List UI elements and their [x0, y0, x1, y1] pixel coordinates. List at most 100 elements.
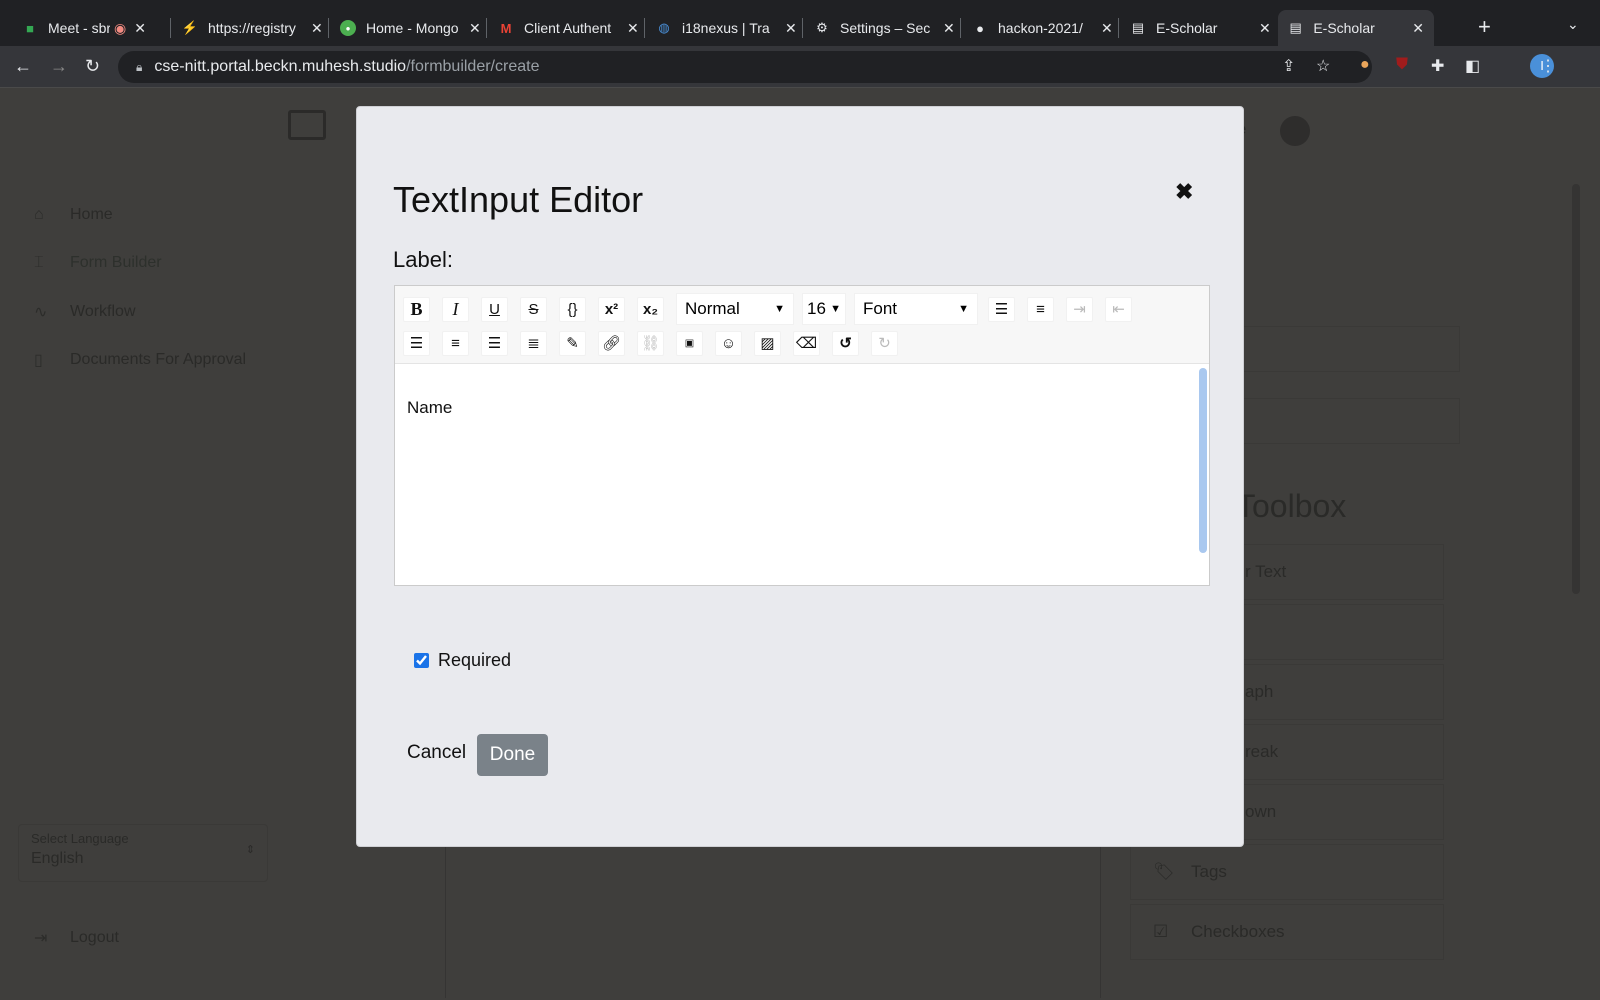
share-icon[interactable]: ⇪ [1282, 56, 1295, 76]
outdent-icon[interactable]: ⇤ [1105, 296, 1132, 322]
more-menu-icon[interactable]: ⋮ [1540, 56, 1556, 76]
bookmark-star-icon[interactable]: ☆ [1316, 56, 1330, 76]
close-icon[interactable]: ✖ [1175, 179, 1193, 205]
gmail-icon: M [500, 20, 512, 36]
language-select[interactable]: Select Language English ⇕ [18, 824, 268, 882]
caret-down-icon: ▼ [774, 303, 785, 315]
globe-icon: ◍ [658, 20, 670, 35]
code-icon[interactable]: {} [559, 296, 586, 322]
close-tab-icon[interactable]: ✕ [134, 20, 146, 37]
sidebar-item-form-builder[interactable]: ⌶ Form Builder [34, 254, 162, 272]
browser-tab-bar: ■ Meet - sbr ◉ ✕ ⚡ https://registry ✕ • Home -… [0, 0, 1600, 46]
gear-icon: ⚙ [816, 20, 828, 35]
done-button[interactable]: Done [477, 734, 548, 776]
extension-cookie-icon[interactable]: ● [1360, 56, 1370, 74]
superscript-icon[interactable]: x² [598, 296, 625, 322]
embed-icon[interactable]: ▣ [676, 330, 703, 356]
bold-icon[interactable]: B [403, 296, 430, 322]
close-tab-icon[interactable]: ✕ [1259, 20, 1271, 37]
lightning-icon: ⚡ [181, 20, 199, 35]
modal-title: TextInput Editor [393, 179, 644, 220]
required-checkbox-input[interactable] [414, 653, 429, 668]
link-icon[interactable]: 🔗︎ [598, 330, 625, 356]
theme-toggle-button[interactable] [1280, 116, 1310, 146]
indent-icon[interactable]: ⇥ [1066, 296, 1093, 322]
browser-toolbar: ← → ↻ 🔒︎ cse-nitt.portal.beckn.muhesh.st… [0, 46, 1600, 88]
close-tab-icon[interactable]: ✕ [627, 20, 639, 37]
close-tab-icon[interactable]: ✕ [469, 20, 481, 37]
checkbox-icon: ☑ [1153, 922, 1169, 941]
page-scrollbar[interactable] [1572, 184, 1580, 594]
reload-icon[interactable]: ↻ [85, 56, 100, 77]
address-bar[interactable]: 🔒︎ cse-nitt.portal.beckn.muhesh.studio/f… [118, 51, 1372, 83]
tab-escholar-active[interactable]: ▤ E-Scholar ✕ [1278, 10, 1434, 46]
workflow-icon: ∿ [34, 304, 48, 321]
undo-icon[interactable]: ↺ [832, 330, 859, 356]
tab-github[interactable]: ● hackon-2021/✕ [962, 10, 1123, 46]
close-tab-icon[interactable]: ✕ [311, 20, 323, 37]
close-tab-icon[interactable]: ✕ [1412, 20, 1424, 37]
sidebar-item-home[interactable]: ⌂ Home [34, 206, 113, 224]
side-panel-icon[interactable]: ◧ [1465, 56, 1480, 76]
close-tab-icon[interactable]: ✕ [943, 20, 955, 37]
tab-search-chevron-icon[interactable]: ⌄ [1567, 16, 1579, 33]
sidebar-item-workflow[interactable]: ∿ Workflow [34, 302, 136, 322]
image-icon[interactable]: ▨ [754, 330, 781, 356]
ublock-icon[interactable]: ⛊ [1396, 56, 1408, 74]
tab-registry[interactable]: ⚡ https://registry ✕ [172, 10, 333, 46]
emoji-icon[interactable]: ☺ [715, 330, 742, 356]
tab-settings[interactable]: ⚙ Settings – Sec ✕ [804, 10, 965, 46]
font-size-dropdown[interactable]: 16 ▼ [802, 293, 846, 325]
toolbox-item-tags[interactable]: 🏷︎ Tags [1130, 844, 1444, 900]
unlink-icon[interactable]: ⛓ [637, 330, 664, 356]
select-arrows-icon: ⇕ [245, 844, 255, 856]
label-heading: Label: [393, 247, 453, 272]
editor-scrollbar[interactable] [1199, 368, 1207, 553]
certificate-icon: ▤ [1289, 20, 1302, 35]
github-icon: ● [976, 20, 984, 36]
redo-icon[interactable]: ↻ [871, 330, 898, 356]
sidebar-item-documents-for-approval[interactable]: ▯ Documents For Approval [34, 350, 246, 370]
tab-mongodb[interactable]: • Home - Mongo ✕ [330, 10, 491, 46]
editor-content[interactable]: Name [395, 364, 1209, 585]
new-tab-button[interactable]: + [1478, 14, 1491, 40]
eraser-icon[interactable]: ⌫ [793, 330, 820, 356]
block-type-dropdown[interactable]: Normal ▼ [676, 293, 794, 325]
toolbox-item-checkboxes[interactable]: ☑ Checkboxes [1130, 904, 1444, 960]
close-tab-icon[interactable]: ✕ [785, 20, 797, 37]
tab-gmail[interactable]: M Client Authent ✕ [488, 10, 649, 46]
logout-button[interactable]: ⇥ Logout [34, 928, 119, 948]
certificate-icon: ▤ [1131, 20, 1145, 35]
align-center-icon[interactable]: ≡ [442, 330, 469, 356]
toolbox-divider [1100, 838, 1101, 998]
required-checkbox[interactable]: Required [414, 650, 511, 671]
rich-text-editor: B I U S {} x² x₂ Normal ▼ 16 ▼ Font ▼ ☰ ≡ ⇥… [394, 285, 1210, 586]
color-picker-icon[interactable]: ✎ [559, 330, 586, 356]
strikethrough-icon[interactable]: S [520, 296, 547, 322]
align-right-icon[interactable]: ☰ [481, 330, 508, 356]
align-left-icon[interactable]: ☰ [403, 330, 430, 356]
ordered-list-icon[interactable]: ≡ [1027, 296, 1054, 322]
italic-icon[interactable]: I [442, 296, 469, 322]
tab-meet[interactable]: ■ Meet - sbr ◉ ✕ [12, 10, 156, 46]
forward-icon[interactable]: → [50, 56, 68, 77]
font-family-dropdown[interactable]: Font ▼ [854, 293, 978, 325]
underline-icon[interactable]: U [481, 296, 508, 322]
close-tab-icon[interactable]: ✕ [1101, 20, 1113, 37]
editor-toolbar: B I U S {} x² x₂ Normal ▼ 16 ▼ Font ▼ ☰ ≡ ⇥… [395, 286, 1209, 364]
unordered-list-icon[interactable]: ☰ [988, 296, 1015, 322]
tab-i18nexus[interactable]: ◍ i18nexus | Tra ✕ [646, 10, 807, 46]
logout-icon: ⇥ [34, 930, 48, 947]
align-justify-icon[interactable]: ≣ [520, 330, 547, 356]
form-builder-icon: ⌶ [34, 254, 44, 271]
back-icon[interactable]: ← [14, 56, 32, 77]
tab-escholar[interactable]: ▤ E-Scholar ✕ [1120, 10, 1281, 46]
extensions-puzzle-icon[interactable]: ✚ [1431, 56, 1444, 76]
lock-icon: 🔒︎ [136, 59, 143, 74]
cancel-button[interactable]: Cancel [407, 734, 466, 772]
sidebar-divider [445, 838, 446, 998]
textinput-editor-modal: TextInput Editor ✖ Label: B I U S {} x² … [356, 106, 1244, 847]
form-select-bg [1220, 398, 1460, 444]
toolbox-title: Toolbox [1236, 488, 1347, 524]
subscript-icon[interactable]: x₂ [637, 296, 664, 322]
